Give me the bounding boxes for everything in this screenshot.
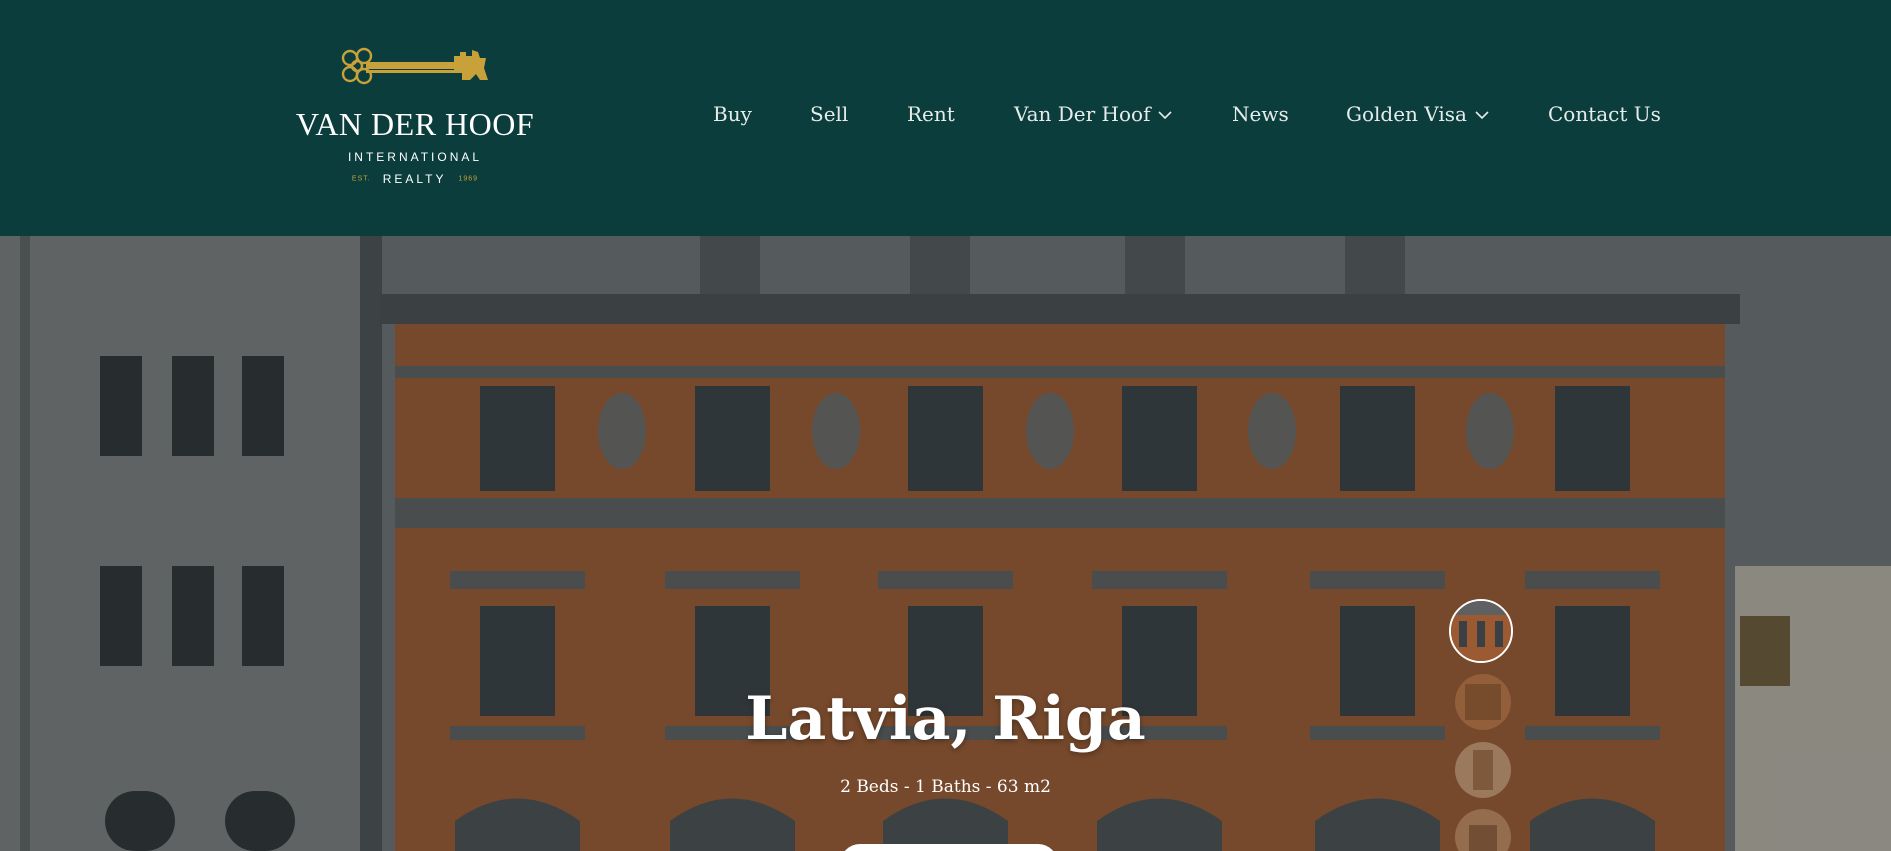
nav-label: Sell <box>810 102 849 126</box>
logo-wordmark: VAN DER HOOF <box>295 106 535 142</box>
nav-label: Rent <box>907 102 955 126</box>
nav-item-contact-us[interactable]: Contact Us <box>1548 102 1661 126</box>
logo-subtitle: INTERNATIONAL <box>347 150 483 164</box>
logo-year: 1969 <box>458 175 479 183</box>
golden-key-icon <box>341 47 488 85</box>
chevron-down-icon <box>1158 111 1173 120</box>
thumbnail-image <box>1455 742 1511 798</box>
nav-item-golden-visa[interactable]: Golden Visa <box>1346 102 1489 126</box>
thumbnail-3[interactable] <box>1455 742 1511 798</box>
hero-section: Latvia, Riga 2 Beds - 1 Baths - 63 m2 <box>0 236 1891 851</box>
nav-item-sell[interactable]: Sell <box>810 102 848 126</box>
nav-item-rent[interactable]: Rent <box>907 102 955 126</box>
logo-realty-row: EST. REALTY 1969 <box>290 170 540 188</box>
thumbnail-1[interactable] <box>1449 599 1513 663</box>
hero-dim-overlay <box>0 236 1891 851</box>
property-location-title: Latvia, Riga <box>745 684 1146 754</box>
property-details: 2 Beds - 1 Baths - 63 m2 <box>840 777 1051 797</box>
nav-label: Contact Us <box>1548 102 1661 126</box>
nav-label: Van Der Hoof <box>1014 102 1151 126</box>
thumbnail-image <box>1451 601 1511 661</box>
thumbnail-2[interactable] <box>1455 674 1511 730</box>
nav-label: Buy <box>713 102 752 126</box>
thumbnail-image <box>1455 674 1511 730</box>
logo-realty: REALTY <box>382 171 447 186</box>
logo-est: EST. <box>351 175 371 183</box>
nav-label: News <box>1232 102 1289 126</box>
nav-item-van-der-hoof[interactable]: Van Der Hoof <box>1014 102 1173 126</box>
chevron-down-icon <box>1475 111 1489 120</box>
brand-logo[interactable]: VAN DER HOOF INTERNATIONAL EST. REALTY 196… <box>290 44 540 190</box>
nav-item-news[interactable]: News <box>1232 102 1289 126</box>
nav-item-buy[interactable]: Buy <box>713 102 752 126</box>
site-header: VAN DER HOOF INTERNATIONAL EST. REALTY 196… <box>0 0 1891 236</box>
nav-label: Golden Visa <box>1346 102 1467 126</box>
view-property-button[interactable] <box>840 844 1058 851</box>
